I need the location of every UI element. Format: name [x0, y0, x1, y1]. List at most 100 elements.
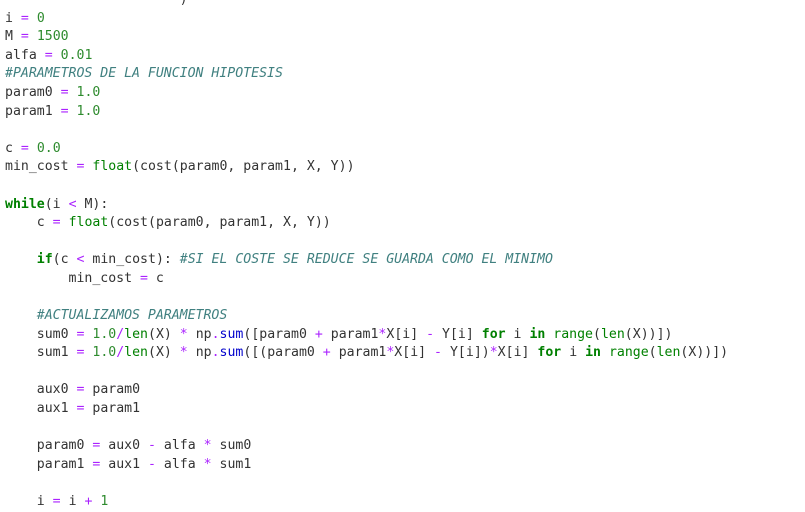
punctuation-token	[29, 29, 37, 44]
name-token: aux1	[36, 401, 69, 417]
code-line: min_cost = float(cost(param0, param1, X,…	[5, 158, 728, 177]
builtin-token: len	[600, 326, 625, 342]
name-token: i	[68, 494, 77, 510]
code-line: min_cost = c	[5, 270, 728, 289]
operator-token: .	[211, 326, 220, 342]
code-line: if(c < min_cost): #SI EL COSTE SE REDUCE…	[5, 251, 728, 270]
name-token: i	[410, 345, 419, 361]
punctuation-token	[5, 215, 37, 230]
punctuation-token: (	[44, 196, 53, 212]
punctuation-token: ,	[290, 215, 307, 231]
builtin-token: float	[92, 159, 133, 175]
punctuation-token	[561, 345, 569, 360]
punctuation-token	[13, 11, 21, 26]
punctuation-token	[5, 494, 37, 509]
code-line: i = 0	[5, 10, 728, 29]
name-token: X	[497, 345, 506, 361]
punctuation-token: )	[163, 345, 180, 361]
number-token: 1.0	[76, 84, 101, 100]
builtin-token: len	[124, 326, 148, 342]
name-token: i	[36, 494, 45, 510]
name-token: param0	[36, 438, 85, 454]
number-token: 0	[36, 10, 45, 26]
punctuation-token: ))])	[640, 326, 673, 342]
punctuation-token: (	[648, 345, 657, 361]
code-line: param1 = aux1 - alfa * sum1	[5, 456, 728, 475]
builtin-token: range	[608, 345, 649, 361]
punctuation-token	[307, 327, 315, 342]
code-line: aux1 = param1	[5, 400, 728, 419]
punctuation-token: (	[148, 326, 156, 342]
code-line: #ACTUALIZAMOS PARAMETROS	[5, 307, 728, 326]
punctuation-token: ]	[521, 345, 538, 361]
operator-token: <	[68, 196, 77, 212]
punctuation-token	[601, 345, 609, 360]
keyword-token: if	[36, 252, 53, 268]
punctuation-token	[5, 308, 37, 323]
name-token: i	[465, 345, 474, 361]
punctuation-token	[5, 438, 37, 453]
code-line: )	[5, 0, 728, 10]
name-token: param0	[259, 326, 307, 342]
name-token: param0	[267, 345, 315, 361]
builtin-token: len	[124, 345, 148, 361]
punctuation-token	[5, 401, 37, 416]
name-token: X	[632, 326, 641, 342]
punctuation-token: ([	[243, 326, 260, 342]
punctuation-token	[5, 252, 37, 267]
number-token: 1.0	[92, 326, 117, 342]
name-token: aux0	[36, 382, 69, 398]
punctuation-token: ))	[314, 215, 331, 231]
punctuation-token	[196, 438, 204, 453]
name-token: min_cost	[5, 159, 69, 175]
punctuation-token: )	[5, 0, 188, 7]
punctuation-token	[61, 215, 69, 230]
punctuation-token: (	[148, 215, 156, 231]
punctuation-token: ])	[473, 345, 490, 361]
punctuation-token: (	[52, 252, 61, 268]
name-token: np	[195, 326, 212, 342]
name-token: X	[155, 345, 164, 361]
comment-token: #SI EL COSTE SE REDUCE SE GUARDA COMO EL…	[179, 252, 553, 268]
builtin-token: float	[68, 215, 109, 231]
operator-token: +	[322, 345, 331, 361]
operator-token: =	[140, 270, 148, 286]
punctuation-token	[331, 345, 339, 360]
punctuation-token: ]	[465, 326, 482, 342]
name-token: cost	[140, 159, 172, 175]
punctuation-token	[5, 382, 37, 397]
name-token: np	[195, 345, 212, 361]
punctuation-token	[323, 327, 331, 342]
punctuation-token	[132, 271, 140, 286]
punctuation-token: (	[624, 326, 633, 342]
attribute-token: sum	[219, 326, 244, 342]
code-line: c = float(cost(param0, param1, X, Y))	[5, 214, 728, 233]
code-editor[interactable]: )i = 0M = 1500alfa = 0.01#PARAMETROS DE …	[5, 0, 728, 512]
punctuation-token	[506, 327, 514, 342]
code-line: param0 = 1.0	[5, 84, 728, 103]
punctuation-token	[140, 438, 148, 453]
name-token: Y	[449, 345, 458, 361]
code-line: aux0 = param0	[5, 381, 728, 400]
operator-token: =	[20, 140, 29, 156]
punctuation-token: ))])	[696, 345, 729, 361]
name-token: param1	[36, 456, 85, 472]
name-token: aux1	[108, 456, 141, 472]
punctuation-token: [	[402, 345, 411, 361]
punctuation-token: )	[163, 326, 180, 342]
keyword-token: in	[529, 326, 546, 342]
name-token: alfa	[163, 456, 196, 472]
punctuation-token	[434, 327, 442, 342]
name-token: min_cost	[68, 270, 133, 286]
name-token: min_cost	[92, 252, 156, 268]
punctuation-token	[140, 457, 148, 472]
name-token: i	[569, 345, 578, 361]
name-token: param0	[179, 159, 228, 175]
operator-token: /	[116, 326, 125, 342]
punctuation-token	[188, 327, 196, 342]
punctuation-token	[5, 345, 37, 360]
punctuation-token: [	[505, 345, 514, 361]
code-line: alfa = 0.01	[5, 47, 728, 66]
name-token: param0	[5, 84, 53, 100]
